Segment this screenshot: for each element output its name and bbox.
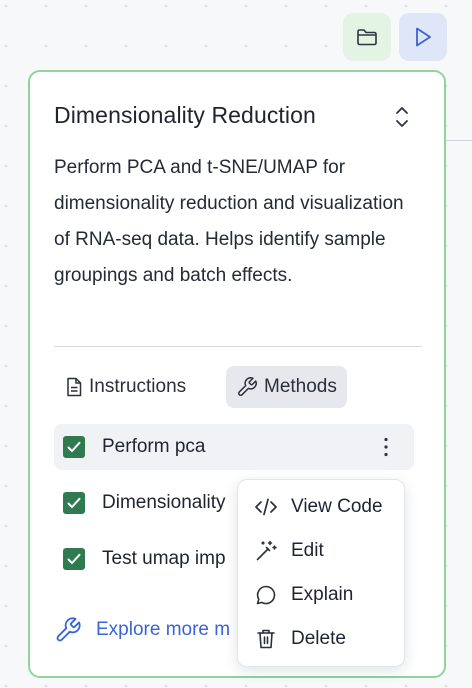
- menu-item-edit[interactable]: Edit: [238, 531, 404, 571]
- more-vertical-icon[interactable]: [382, 436, 390, 458]
- magic-wand-icon: [256, 540, 277, 561]
- method-checkbox[interactable]: [63, 436, 85, 458]
- tab-methods[interactable]: Methods: [226, 366, 347, 408]
- trash-icon: [257, 629, 275, 649]
- document-icon: [67, 377, 82, 397]
- method-row[interactable]: Perform pca: [54, 424, 414, 470]
- folder-icon: [357, 29, 377, 46]
- code-icon: [255, 498, 277, 516]
- check-icon: [67, 553, 81, 564]
- method-label: Test umap imp: [102, 548, 226, 569]
- menu-item-label: Explain: [291, 584, 354, 605]
- open-folder-button[interactable]: [343, 13, 391, 61]
- wrench-icon: [56, 617, 81, 642]
- wrench-icon: [238, 377, 257, 396]
- connector-line: [444, 140, 472, 141]
- check-icon: [67, 497, 81, 508]
- explore-more-link[interactable]: Explore more m: [54, 616, 230, 644]
- check-icon: [67, 441, 81, 452]
- divider: [54, 346, 422, 347]
- tab-label: Instructions: [89, 376, 187, 397]
- run-button[interactable]: [399, 13, 447, 61]
- card-title: Dimensionality Reduction: [54, 102, 316, 128]
- play-icon: [416, 27, 431, 47]
- menu-item-label: View Code: [291, 496, 383, 517]
- menu-item-view-code[interactable]: View Code: [238, 487, 404, 527]
- menu-item-delete[interactable]: Delete: [238, 619, 404, 659]
- tab-label: Methods: [264, 376, 337, 397]
- method-label: Dimensionality: [102, 492, 226, 513]
- explore-more-label: Explore more m: [96, 619, 231, 640]
- card-description: Perform PCA and t-SNE/UMAP for dimension…: [54, 157, 404, 286]
- method-context-menu: View Code Edit Explain Delete: [237, 479, 405, 667]
- menu-item-label: Delete: [291, 628, 346, 649]
- chat-bubble-icon: [256, 585, 276, 605]
- menu-item-label: Edit: [291, 540, 324, 561]
- chevron-up-down-icon[interactable]: [390, 103, 414, 131]
- method-checkbox[interactable]: [63, 492, 85, 514]
- tab-instructions[interactable]: Instructions: [55, 366, 196, 408]
- menu-item-explain[interactable]: Explain: [238, 575, 404, 615]
- method-label: Perform pca: [102, 436, 206, 457]
- method-checkbox[interactable]: [63, 548, 85, 570]
